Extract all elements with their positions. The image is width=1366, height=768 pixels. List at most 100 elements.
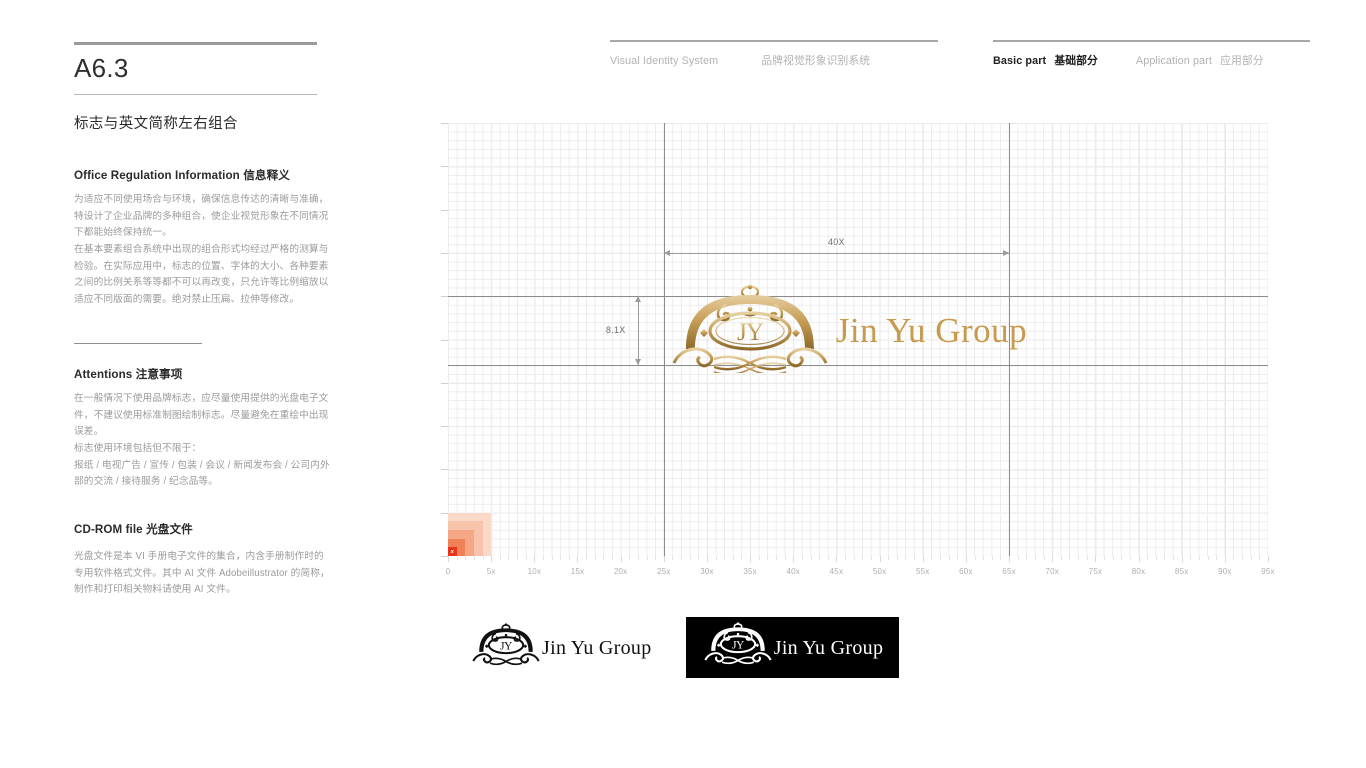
width-dimension-label: 40X [827, 236, 845, 247]
x-axis-tick [568, 556, 570, 560]
divider-attentions [74, 342, 202, 344]
y-axis-tick [441, 209, 448, 211]
x-axis-tick [750, 556, 752, 562]
x-axis-tick [957, 556, 959, 560]
x-axis-tick [853, 556, 855, 560]
x-axis-tick [1043, 556, 1045, 560]
logo-emblem-monochrome: JY [470, 620, 542, 677]
x-axis-tick [1268, 556, 1269, 562]
x-axis-tick [663, 556, 665, 562]
x-axis-tick [1173, 556, 1175, 560]
x-axis-tick [1242, 556, 1244, 560]
nav-item-basic-part[interactable]: Basic part 基础部分 [993, 52, 1098, 68]
x-axis-tick [940, 556, 941, 560]
y-axis-tick [441, 469, 448, 471]
width-dimension-arrow [663, 249, 1010, 256]
nav-label-cn: 基础部分 [1054, 55, 1098, 67]
x-axis-label: 0 [445, 567, 451, 576]
x-axis-tick [1095, 556, 1097, 562]
x-axis-tick [1069, 556, 1071, 560]
nav-divider-left [610, 40, 938, 42]
x-axis-label: 25x [657, 567, 671, 576]
x-axis-tick [793, 556, 795, 562]
x-axis-tick [482, 556, 484, 560]
heading-cn-attentions: 注意事项 [135, 367, 183, 381]
x-axis-tick [1147, 556, 1149, 560]
x-axis-tick [517, 556, 519, 560]
svg-text:JY: JY [732, 639, 744, 651]
x-axis-tick [672, 556, 674, 560]
x-axis-label: 35x [743, 567, 757, 576]
height-dimension-arrow [634, 296, 641, 366]
construction-grid: 05x10x15x20x25x30x35x40x45x50x05x10x15x2… [441, 123, 1275, 576]
paragraph: 在一般情况下使用品牌标志，应尽量使用提供的光盘电子文件，不建议使用标准制图绘制标… [74, 392, 329, 438]
paragraph: 标志使用环境包括但不限于： [74, 442, 202, 454]
x-axis-tick [862, 556, 864, 560]
x-axis-tick [465, 556, 467, 560]
nav-item-application-part[interactable]: Application part 应用部分 [1136, 52, 1264, 68]
nav-label-en: Application part [1135, 55, 1212, 67]
y-axis-tick [441, 512, 448, 514]
x-axis-label: 60x [959, 567, 973, 576]
x-axis-tick [1181, 556, 1183, 562]
divider-under-code [74, 94, 317, 95]
x-axis-tick [819, 556, 821, 560]
x-axis-tick [896, 556, 898, 560]
x-axis-tick [1104, 556, 1105, 560]
paragraph: 为适应不同使用场合与环境，确保信息传达的清晰与准确，特设计了企业品牌的多种组合，… [74, 194, 329, 239]
x-axis-tick [655, 556, 657, 560]
x-axis-tick [456, 556, 458, 560]
x-axis-tick [637, 556, 639, 560]
x-axis-label: 20x [613, 567, 628, 576]
x-axis-tick [1129, 556, 1131, 560]
x-axis-tick [551, 556, 553, 560]
x-axis-tick [491, 556, 493, 562]
divider-top [74, 42, 317, 45]
x-axis-tick [1060, 556, 1062, 560]
grid-canvas [448, 123, 1268, 556]
x-axis-tick [1086, 556, 1088, 560]
unit-swatch-label: x [450, 548, 454, 555]
x-axis-tick [508, 556, 510, 560]
heading-en-office: Office Regulation Information [74, 169, 240, 182]
x-axis-tick [948, 556, 950, 560]
nav-divider-right [993, 40, 1310, 42]
x-axis-tick [594, 556, 596, 560]
x-axis-tick [724, 556, 726, 560]
x-axis-tick [473, 556, 475, 560]
x-axis-tick [1216, 556, 1218, 560]
x-axis-tick [1000, 556, 1002, 560]
nav-item-visual-identity-system-cn[interactable]: 品牌视觉形象识别系统 [761, 52, 870, 68]
logo-emblem-reversed: JY [702, 619, 774, 676]
x-axis-label: 10x [527, 567, 542, 576]
top-navigation: Visual Identity System 品牌视觉形象识别系统 Basic … [610, 40, 1310, 74]
x-axis-tick [1034, 556, 1036, 560]
x-axis-tick [525, 556, 527, 560]
nav-label-cn: 品牌视觉形象识别系统 [761, 55, 871, 67]
x-axis-tick [1009, 556, 1011, 562]
body-cdrom: 光盘文件是本 VI 手册电子文件的集合，内含手册制作时的专用软件格式文件。其中 … [74, 549, 330, 599]
nav-group-system: Visual Identity System 品牌视觉形象识别系统 [610, 40, 938, 68]
nav-item-visual-identity-system[interactable]: Visual Identity System [610, 55, 723, 67]
left-info-column: A6.3 标志与英文简称左右组合 Office Regulation Infor… [74, 42, 330, 599]
x-axis-tick [983, 556, 985, 560]
info-block-office-regulation: Office Regulation Information 信息释义 为适应不同… [74, 167, 330, 309]
x-axis-label: 55x [915, 567, 930, 576]
block-heading-office-regulation: Office Regulation Information 信息释义 [74, 167, 330, 183]
x-axis-tick [914, 556, 916, 560]
block-heading-attentions: Attentions 注意事项 [74, 366, 330, 382]
x-axis-tick [776, 556, 777, 560]
heading-en-cdrom: CD-ROM file [74, 522, 143, 536]
x-axis-label: 85x [1174, 567, 1189, 576]
x-axis-label: 30x [700, 567, 714, 576]
x-axis-tick [732, 556, 734, 560]
heading-en-attentions: Attentions [74, 367, 133, 381]
x-axis-tick [612, 556, 613, 560]
y-axis-tick [441, 382, 448, 384]
page-title: 标志与英文简称左右组合 [74, 116, 238, 132]
body-attentions: 在一般情况下使用品牌标志，应尽量使用提供的光盘电子文件，不建议使用标准制图绘制标… [74, 391, 330, 491]
paragraph: 光盘文件是本 VI 手册电子文件的集合，内含手册制作时的专用软件格式文件。其中 … [74, 550, 330, 596]
x-axis-tick [448, 556, 449, 562]
swatch-step-1-unit: x [448, 547, 457, 556]
x-axis-label: 90x [1218, 567, 1232, 576]
